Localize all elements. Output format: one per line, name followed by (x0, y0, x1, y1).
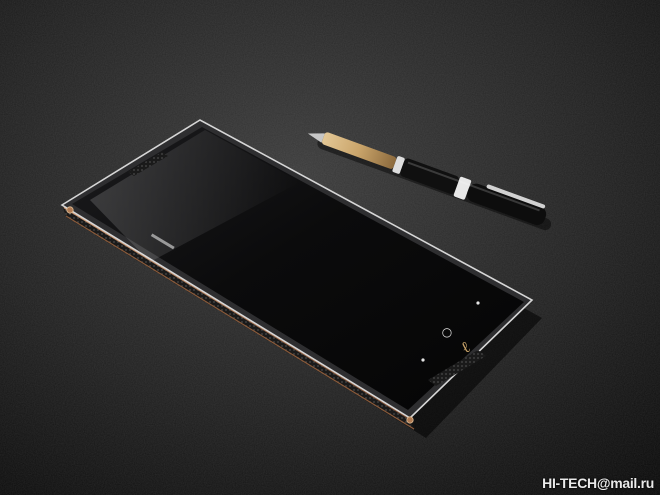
nav-dot-left (421, 358, 425, 362)
corner-screw-bottom (406, 416, 414, 424)
watermark-prefix: HI-TECH (542, 475, 597, 491)
nav-dot-right (476, 301, 480, 305)
watermark-suffix: mail.ru (610, 475, 654, 491)
photo-scene: ○ ℓ (0, 0, 660, 495)
corner-screw-left (66, 206, 74, 214)
home-key-icon: ○ (442, 325, 452, 339)
watermark-logo: HI-TECH@mail.ru (542, 475, 654, 491)
watermark-at: @ (596, 475, 611, 491)
